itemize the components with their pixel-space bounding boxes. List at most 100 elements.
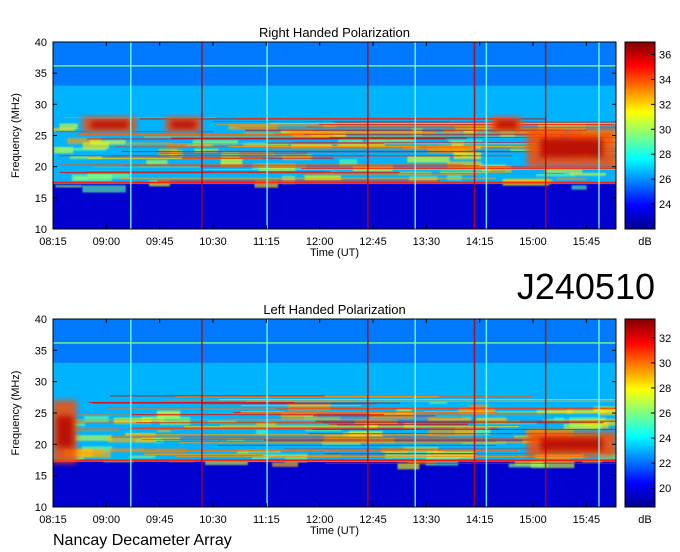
emission-patch — [82, 185, 126, 193]
frequency-stripe — [220, 424, 338, 426]
emission-patch — [71, 174, 112, 182]
emission-patch — [146, 160, 168, 165]
spectrogram-plot — [53, 319, 616, 507]
frequency-stripe — [181, 157, 334, 159]
frequency-stripe — [246, 400, 616, 402]
frequency-stripe — [57, 419, 390, 421]
emission-patch — [84, 415, 109, 423]
y-tick-label: 20 — [35, 162, 47, 174]
vertical-interference-line — [598, 319, 600, 507]
y-tick-label: 30 — [35, 377, 47, 389]
emission-patch — [126, 142, 173, 145]
emission-patch — [254, 180, 279, 188]
spectrogram-low-band — [53, 184, 616, 229]
panel-title: Right Handed Polarization — [259, 25, 410, 40]
frequency-stripe — [144, 453, 264, 455]
frequency-stripe — [240, 405, 361, 407]
emission-patch — [194, 148, 219, 153]
frequency-stripe — [216, 444, 496, 446]
y-axis-label: Frequency (MHz) — [10, 93, 22, 178]
frequency-stripe — [265, 142, 384, 144]
emission-patch — [263, 454, 308, 458]
y-tick-label: 35 — [35, 68, 47, 80]
x-tick-label: 10:30 — [199, 236, 227, 248]
colorbar-tick-label: 26 — [659, 408, 671, 420]
y-tick-label: 35 — [35, 345, 47, 357]
high-intensity-core — [170, 120, 196, 129]
x-tick-label: 15:00 — [519, 514, 547, 526]
frequency-stripe — [86, 138, 446, 140]
emission-patch — [185, 144, 213, 147]
date-code: J240510 — [517, 266, 655, 307]
x-tick-label: 11:15 — [253, 514, 280, 526]
frequency-stripe — [131, 414, 384, 416]
frequency-stripe — [171, 137, 468, 139]
frequency-stripe — [92, 402, 401, 404]
x-tick-label: 09:45 — [146, 236, 174, 248]
emission-patch — [508, 463, 548, 468]
frequency-stripe — [174, 154, 306, 156]
x-tick-label: 12:45 — [359, 514, 387, 526]
emission-patch — [74, 448, 105, 456]
colorbar-tick-label: 30 — [659, 124, 671, 136]
frequency-stripe — [264, 439, 569, 441]
x-tick-label: 10:30 — [199, 514, 227, 526]
vertical-interference-line — [485, 319, 488, 507]
emission-patch — [553, 417, 564, 423]
high-intensity-core — [495, 120, 517, 129]
emission-patch — [59, 123, 78, 130]
left-polarization-panel: Left Handed Polarization 08:15 09:00 09:45 1… — [10, 302, 671, 537]
y-axis-label: Frequency (MHz) — [10, 371, 22, 456]
frequency-stripe — [178, 442, 570, 444]
high-intensity-core — [540, 138, 603, 158]
emission-patch — [55, 184, 82, 188]
vertical-interference-line — [414, 42, 417, 229]
frequency-stripe — [183, 426, 519, 428]
frequency-stripe — [53, 422, 322, 424]
emission-patch — [428, 428, 473, 437]
emission-patch — [304, 175, 341, 181]
frequency-stripe — [301, 168, 616, 170]
vertical-interference-line — [544, 42, 547, 229]
y-tick-label: 40 — [35, 37, 47, 49]
x-tick-label: 13:30 — [413, 236, 441, 248]
y-tick-label: 15 — [35, 471, 47, 483]
vertical-interference-line — [201, 319, 203, 507]
emission-patch — [556, 177, 587, 181]
colorbar-tick-label: 26 — [659, 174, 671, 186]
vertical-interference-line — [130, 319, 132, 507]
x-tick-label: 08:15 — [39, 514, 67, 526]
high-intensity-core — [540, 438, 603, 451]
emission-patch — [89, 140, 126, 145]
frequency-stripe — [328, 423, 469, 425]
frequency-stripe — [120, 177, 496, 179]
emission-patch — [536, 173, 575, 177]
y-tick-label: 40 — [35, 314, 47, 326]
colorbar-tick-label: 20 — [659, 483, 671, 495]
frequency-stripe — [109, 395, 325, 397]
frequency-stripe — [111, 436, 449, 438]
frequency-line-17mhz — [53, 181, 616, 184]
vertical-interference-line — [598, 42, 600, 229]
x-tick-label: 15:00 — [519, 236, 547, 248]
spectrogram-upper-band — [53, 42, 616, 86]
colorbar-tick-label: 22 — [659, 458, 671, 470]
colorbar — [624, 41, 656, 230]
frequency-stripe — [68, 428, 197, 430]
panel-title: Left Handed Polarization — [263, 302, 405, 317]
frequency-stripe — [206, 150, 489, 152]
colorbar-tick-label: 24 — [659, 199, 671, 211]
x-axis-label: Time (UT) — [310, 525, 359, 537]
vertical-interference-line — [266, 42, 268, 229]
x-tick-label: 09:45 — [146, 514, 174, 526]
frequency-stripe — [313, 415, 436, 417]
frequency-stripe — [179, 449, 519, 451]
y-tick-label: 15 — [35, 193, 47, 205]
spectrogram-low-band — [53, 461, 616, 507]
colorbar-tick-label: 28 — [659, 149, 671, 161]
frequency-stripe — [158, 152, 308, 154]
frequency-stripe — [63, 172, 564, 174]
right-polarization-panel: Right Handed Polarization 08:15 09:00 09:45… — [10, 25, 671, 259]
emission-patch — [272, 462, 299, 467]
vertical-interference-line — [414, 319, 417, 507]
